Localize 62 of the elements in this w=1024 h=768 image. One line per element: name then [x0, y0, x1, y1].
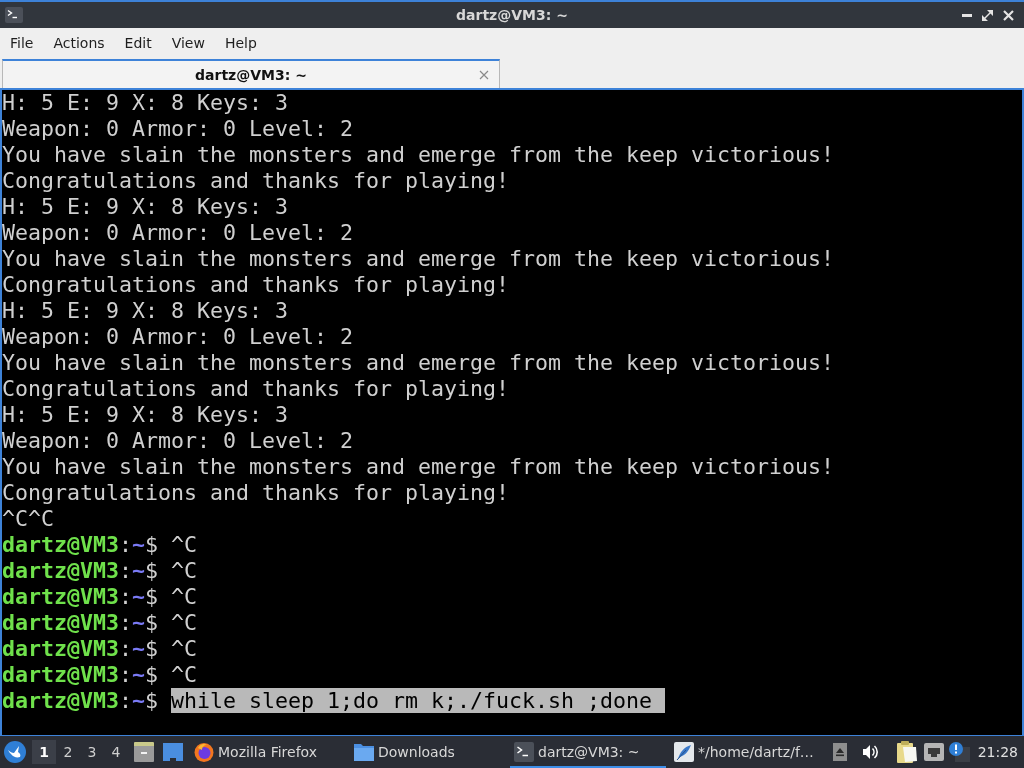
- command-text: while sleep 1;do rm k;./fuck.sh ;done: [171, 688, 666, 713]
- desktop-switch[interactable]: 1: [32, 740, 56, 764]
- bird-icon[interactable]: [4, 741, 26, 763]
- menu-item[interactable]: Help: [214, 30, 267, 56]
- task-button[interactable]: dartz@VM3: ~: [510, 736, 666, 768]
- command-text: ^C: [171, 610, 198, 635]
- output-text: Weapon: 0 Armor: 0 Level: 2: [2, 428, 353, 453]
- shell-prompt: dartz@VM3:~$: [2, 532, 159, 557]
- shell-prompt: dartz@VM3:~$: [2, 662, 159, 687]
- shell-prompt: dartz@VM3:~$: [2, 584, 159, 609]
- output-text: H: 5 E: 9 X: 8 Keys: 3: [2, 402, 288, 427]
- output-text: Congratulations and thanks for playing!: [2, 376, 510, 401]
- output-text: Congratulations and thanks for playing!: [2, 168, 510, 193]
- output-text: Weapon: 0 Armor: 0 Level: 2: [2, 324, 353, 349]
- terminal-icon: [514, 742, 534, 762]
- command-text: ^C: [171, 558, 198, 583]
- task-button[interactable]: Mozilla Firefox: [190, 736, 346, 768]
- output-text: You have slain the monsters and emerge from the keep victorious!: [2, 454, 835, 479]
- menu-item[interactable]: File: [0, 30, 44, 56]
- shell-prompt: dartz@VM3:~$: [2, 636, 159, 661]
- speaker-icon[interactable]: [862, 744, 879, 760]
- menu-item[interactable]: Edit: [114, 30, 162, 56]
- screen-icon[interactable]: [163, 743, 183, 761]
- menu-item[interactable]: Actions: [43, 30, 115, 56]
- command-text: ^C: [171, 662, 198, 687]
- network-port-icon[interactable]: [923, 743, 944, 761]
- output-text: You have slain the monsters and emerge from the keep victorious!: [2, 350, 835, 375]
- clipboard-icon[interactable]: [896, 741, 917, 763]
- output-text: You have slain the monsters and emerge from the keep victorious!: [2, 246, 835, 271]
- output-text: ^C^C: [2, 506, 54, 531]
- task-button[interactable]: Downloads: [350, 736, 506, 768]
- output-text: Congratulations and thanks for playing!: [2, 272, 510, 297]
- feather-icon: [674, 742, 694, 762]
- clock[interactable]: 21:28: [977, 744, 1024, 760]
- output-text: H: 5 E: 9 X: 8 Keys: 3: [2, 90, 288, 115]
- maximize-icon[interactable]: [982, 9, 993, 21]
- command-text: ^C: [171, 532, 198, 557]
- desktop-switch[interactable]: 2: [56, 740, 80, 764]
- output-text: You have slain the monsters and emerge from the keep victorious!: [2, 142, 835, 167]
- shell-prompt: dartz@VM3:~$: [2, 558, 159, 583]
- output-text: Weapon: 0 Armor: 0 Level: 2: [2, 220, 353, 245]
- minimize-icon[interactable]: [962, 13, 972, 17]
- menu-item[interactable]: View: [161, 30, 215, 56]
- notification-icon[interactable]: [948, 742, 970, 762]
- terminal-icon: [5, 7, 23, 23]
- output-text: Weapon: 0 Armor: 0 Level: 2: [2, 116, 353, 141]
- output-text: H: 5 E: 9 X: 8 Keys: 3: [2, 298, 288, 323]
- task-button[interactable]: */home/dartz/f…: [670, 736, 826, 768]
- eject-icon[interactable]: [832, 743, 847, 761]
- folder-icon: [354, 743, 374, 761]
- command-text: ^C: [171, 636, 198, 661]
- shell-prompt: dartz@VM3:~$: [2, 610, 159, 635]
- shell-prompt: dartz@VM3:~$: [2, 688, 159, 713]
- flame-globe-icon: [194, 742, 214, 762]
- command-text: ^C: [171, 584, 198, 609]
- terminal-pane[interactable]: [0, 88, 1024, 735]
- terminal-tab[interactable]: dartz@VM3: ~: [2, 59, 500, 88]
- output-text: H: 5 E: 9 X: 8 Keys: 3: [2, 194, 288, 219]
- window-title: dartz@VM3: ~: [456, 7, 568, 23]
- desktop-switch[interactable]: 3: [80, 740, 104, 764]
- output-text: Congratulations and thanks for playing!: [2, 480, 510, 505]
- desktop-switch[interactable]: 4: [104, 740, 128, 764]
